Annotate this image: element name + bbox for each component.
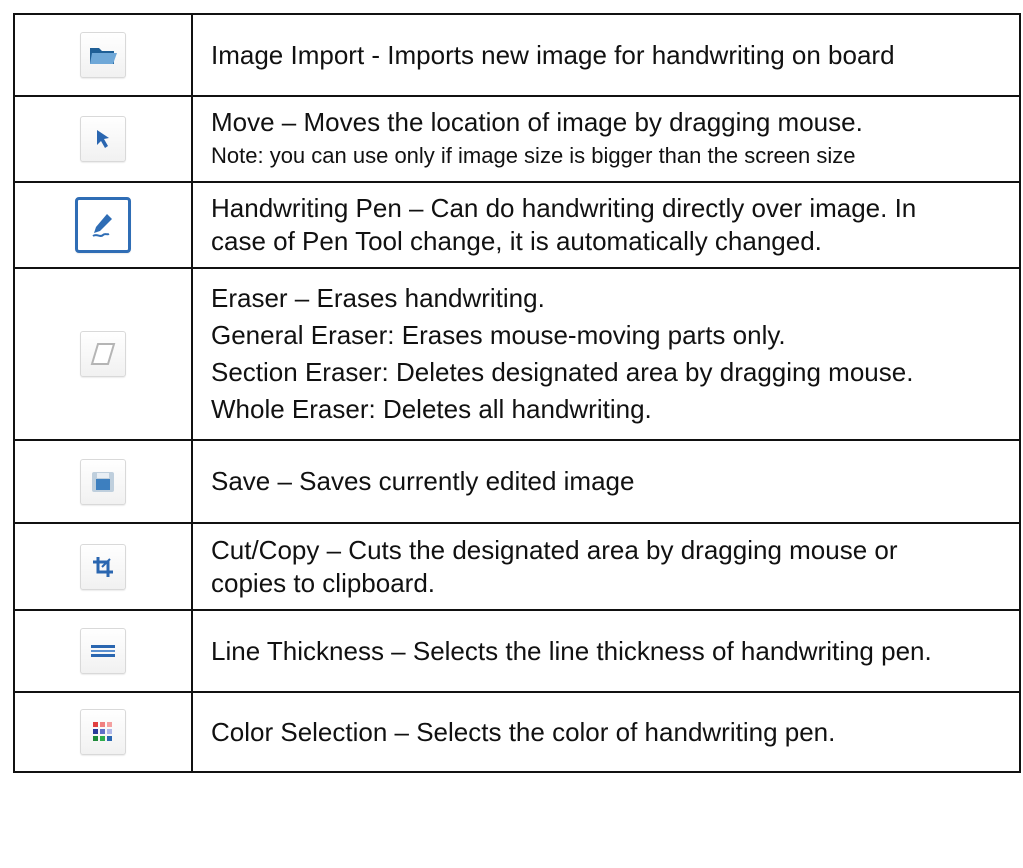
color-palette-icon[interactable] bbox=[80, 709, 126, 755]
save-icon[interactable] bbox=[80, 458, 126, 505]
move-cursor-icon[interactable] bbox=[80, 116, 126, 162]
description-cell: Color Selection – Selects the color of h… bbox=[191, 691, 1021, 773]
cut-copy-description-line-1: Cut/Copy – Cuts the designated area by d… bbox=[211, 534, 898, 565]
pen-description-line-2: case of Pen Tool change, it is automatic… bbox=[211, 226, 822, 256]
section-eraser-description: Section Eraser: Deletes designated area … bbox=[211, 357, 914, 387]
description-cell: Save – Saves currently edited image bbox=[191, 439, 1021, 524]
line-thickness-icon[interactable] bbox=[80, 628, 126, 674]
folder-open-icon[interactable] bbox=[80, 32, 126, 78]
general-eraser-description: General Eraser: Erases mouse-moving part… bbox=[211, 320, 786, 350]
description-cell: Handwriting Pen – Can do handwriting dir… bbox=[191, 181, 1021, 269]
table-row-handwriting-pen: Handwriting Pen – Can do handwriting dir… bbox=[13, 181, 1021, 269]
table-row-line-thickness: Line Thickness – Selects the line thickn… bbox=[13, 609, 1021, 693]
pen-description-line-1: Handwriting Pen – Can do handwriting dir… bbox=[211, 193, 917, 223]
icon-cell bbox=[13, 439, 193, 524]
description-cell: Line Thickness – Selects the line thickn… bbox=[191, 609, 1021, 693]
whole-eraser-description: Whole Eraser: Deletes all handwriting. bbox=[211, 394, 652, 424]
toolbar-reference-table: Image Import - Imports new image for han… bbox=[13, 13, 1021, 773]
crop-icon[interactable] bbox=[80, 543, 126, 590]
move-note: Note: you can use only if image size is … bbox=[211, 143, 856, 168]
icon-cell bbox=[13, 13, 193, 97]
table-row-cut-copy: Cut/Copy – Cuts the designated area by d… bbox=[13, 522, 1021, 611]
pen-icon[interactable] bbox=[75, 197, 131, 253]
description-cell: Move – Moves the location of image by dr… bbox=[191, 95, 1021, 183]
icon-cell bbox=[13, 267, 193, 441]
table-row-move: Move – Moves the location of image by dr… bbox=[13, 95, 1021, 183]
icon-cell bbox=[13, 95, 193, 183]
description-cell: Image Import - Imports new image for han… bbox=[191, 13, 1021, 97]
icon-cell bbox=[13, 691, 193, 773]
table-row-eraser: Eraser – Erases handwriting. General Era… bbox=[13, 267, 1021, 441]
icon-cell bbox=[13, 522, 193, 611]
table-row-image-import: Image Import - Imports new image for han… bbox=[13, 13, 1021, 97]
line-thickness-description: Line Thickness – Selects the line thickn… bbox=[211, 635, 932, 666]
table-row-save: Save – Saves currently edited image bbox=[13, 439, 1021, 524]
move-description: Move – Moves the location of image by dr… bbox=[211, 107, 863, 137]
description-cell: Eraser – Erases handwriting. General Era… bbox=[191, 267, 1021, 441]
table-row-color-selection: Color Selection – Selects the color of h… bbox=[13, 691, 1021, 773]
save-description: Save – Saves currently edited image bbox=[211, 466, 635, 496]
icon-cell bbox=[13, 609, 193, 693]
description-cell: Cut/Copy – Cuts the designated area by d… bbox=[191, 522, 1021, 611]
eraser-title: Eraser – Erases handwriting. bbox=[211, 283, 545, 313]
cut-copy-description-line-2: copies to clipboard. bbox=[211, 567, 436, 598]
icon-cell bbox=[13, 181, 193, 269]
color-selection-description: Color Selection – Selects the color of h… bbox=[211, 716, 836, 747]
eraser-icon[interactable] bbox=[80, 331, 126, 377]
image-import-description: Image Import - Imports new image for han… bbox=[211, 39, 895, 70]
